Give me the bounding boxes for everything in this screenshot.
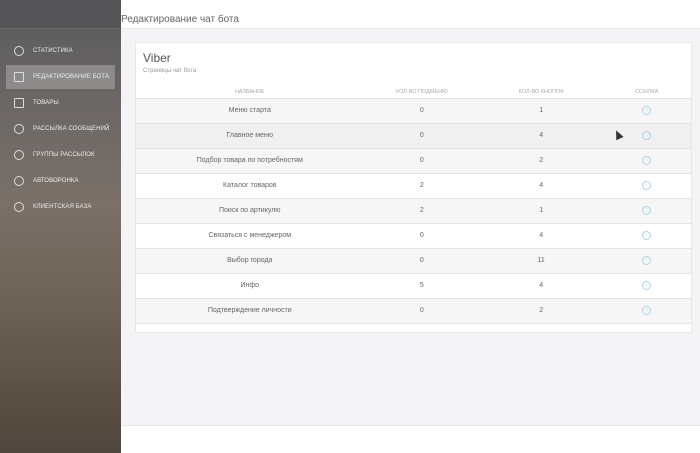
- button-count: 2: [480, 297, 603, 324]
- sidebar: Статистика Редактирование бота Товары Рассы…: [0, 0, 121, 453]
- submenu-count: 0: [363, 297, 481, 324]
- page-name: Связаться с менеджером: [136, 222, 364, 248]
- table-row: Каталог товаров 2 4 ›: [136, 172, 691, 198]
- button-count: 4: [480, 172, 603, 198]
- sidebar-item-label: Группы рассылок: [33, 152, 95, 158]
- col-link: Ссылка: [634, 88, 659, 95]
- page-name: Каталог товаров: [136, 172, 364, 198]
- sidebar-item-6[interactable]: Клиентская база: [6, 195, 115, 219]
- arrow-right-circle-icon[interactable]: ›: [642, 306, 652, 315]
- submenu-count: 5: [363, 272, 481, 298]
- sidebar-item-label: Товары: [33, 100, 59, 106]
- brain-icon: [14, 202, 24, 212]
- table-row: Подтверждение личности 0 2 ›: [136, 297, 691, 324]
- sidebar-item-5[interactable]: Автоворонка: [6, 169, 115, 193]
- submenu-count: 0: [363, 147, 481, 173]
- arrow-right-circle-icon[interactable]: ›: [642, 206, 652, 215]
- submenu-count: 2: [363, 197, 481, 223]
- submenu-count: 0: [363, 122, 481, 148]
- table-row: Инфо 5 4 ›: [136, 272, 691, 298]
- arrow-right-circle-icon[interactable]: ›: [642, 231, 652, 240]
- sidebar-item-label: Статистика: [33, 48, 73, 54]
- sidebar-nav: Статистика Редактирование бота Товары Рассы…: [0, 39, 121, 219]
- sidebar-item-1[interactable]: Редактирование бота: [6, 65, 115, 89]
- page-name: Главное меню: [136, 122, 364, 148]
- button-count: 2: [480, 147, 603, 173]
- table-row: Подбор товара по потребностям 0 2 ›: [136, 147, 691, 173]
- card-subtitle: Страницы чат бота: [143, 68, 197, 74]
- arrow-right-circle-icon[interactable]: ›: [642, 106, 652, 115]
- submenu-count: 0: [363, 247, 481, 273]
- sidebar-item-label: Автоворонка: [33, 178, 79, 184]
- sidebar-item-label: Рассылка сообщений: [33, 126, 110, 132]
- button-count: 4: [480, 222, 603, 248]
- button-count: 4: [480, 272, 603, 298]
- col-submenus: Кол-во подменю: [395, 88, 448, 95]
- page-name: Подбор товара по потребностям: [136, 147, 364, 173]
- sidebar-item-2[interactable]: Товары: [6, 91, 115, 115]
- globe-icon: [14, 176, 24, 186]
- table-row: Меню старта 0 1 ›: [136, 97, 691, 123]
- page-name: Меню старта: [136, 97, 364, 123]
- submenu-count: 2: [363, 172, 481, 198]
- submenu-count: 0: [363, 97, 481, 123]
- page-name: Подтверждение личности: [136, 297, 364, 324]
- submenu-count: 0: [363, 222, 481, 248]
- card-title: Viber: [143, 51, 171, 65]
- arrow-right-circle-icon[interactable]: ›: [642, 281, 652, 290]
- arrow-right-circle-icon[interactable]: ›: [642, 131, 652, 140]
- page-title: Редактирование чат бота: [121, 14, 239, 25]
- users-icon: [14, 150, 24, 160]
- button-count: 11: [480, 247, 603, 273]
- table-row: Выбор города 0 11 ›: [136, 247, 691, 273]
- arrow-right-circle-icon[interactable]: ›: [642, 156, 652, 165]
- page-name: Поиск по артикулю: [136, 197, 364, 223]
- chart-pie-icon: [14, 46, 24, 56]
- header: Редактирование чат бота: [121, 0, 700, 29]
- arrow-right-circle-icon[interactable]: ›: [642, 256, 652, 265]
- footer: [121, 425, 700, 453]
- box-icon: [14, 98, 24, 108]
- sidebar-top: [0, 0, 121, 29]
- table-row: Связаться с менеджером 0 4 ›: [136, 222, 691, 248]
- col-name: Название: [234, 88, 265, 95]
- sidebar-item-label: Редактирование бота: [33, 74, 110, 80]
- sidebar-item-4[interactable]: Группы рассылок: [6, 143, 115, 167]
- pages-card: Viber Страницы чат бота Название Кол-во …: [135, 42, 692, 333]
- button-count: 1: [480, 197, 603, 223]
- table-row: Главное меню 0 4 ›: [136, 122, 691, 148]
- pages-table: Название Кол-во подменю Кол-во кнопок Сс…: [136, 86, 691, 324]
- table-row: Поиск по артикулю 2 1 ›: [136, 197, 691, 223]
- arrow-right-circle-icon[interactable]: ›: [642, 181, 652, 190]
- sidebar-item-3[interactable]: Рассылка сообщений: [6, 117, 115, 141]
- clipboard-icon: [14, 72, 24, 82]
- button-count: 4: [480, 122, 603, 148]
- page-name: Выбор города: [136, 247, 364, 273]
- col-buttons: Кол-во кнопок: [518, 88, 564, 95]
- page-name: Инфо: [136, 272, 364, 298]
- button-count: 1: [480, 97, 603, 123]
- sidebar-item-0[interactable]: Статистика: [6, 39, 115, 63]
- sidebar-item-label: Клиентская база: [33, 204, 92, 210]
- envelope-icon: [14, 124, 24, 134]
